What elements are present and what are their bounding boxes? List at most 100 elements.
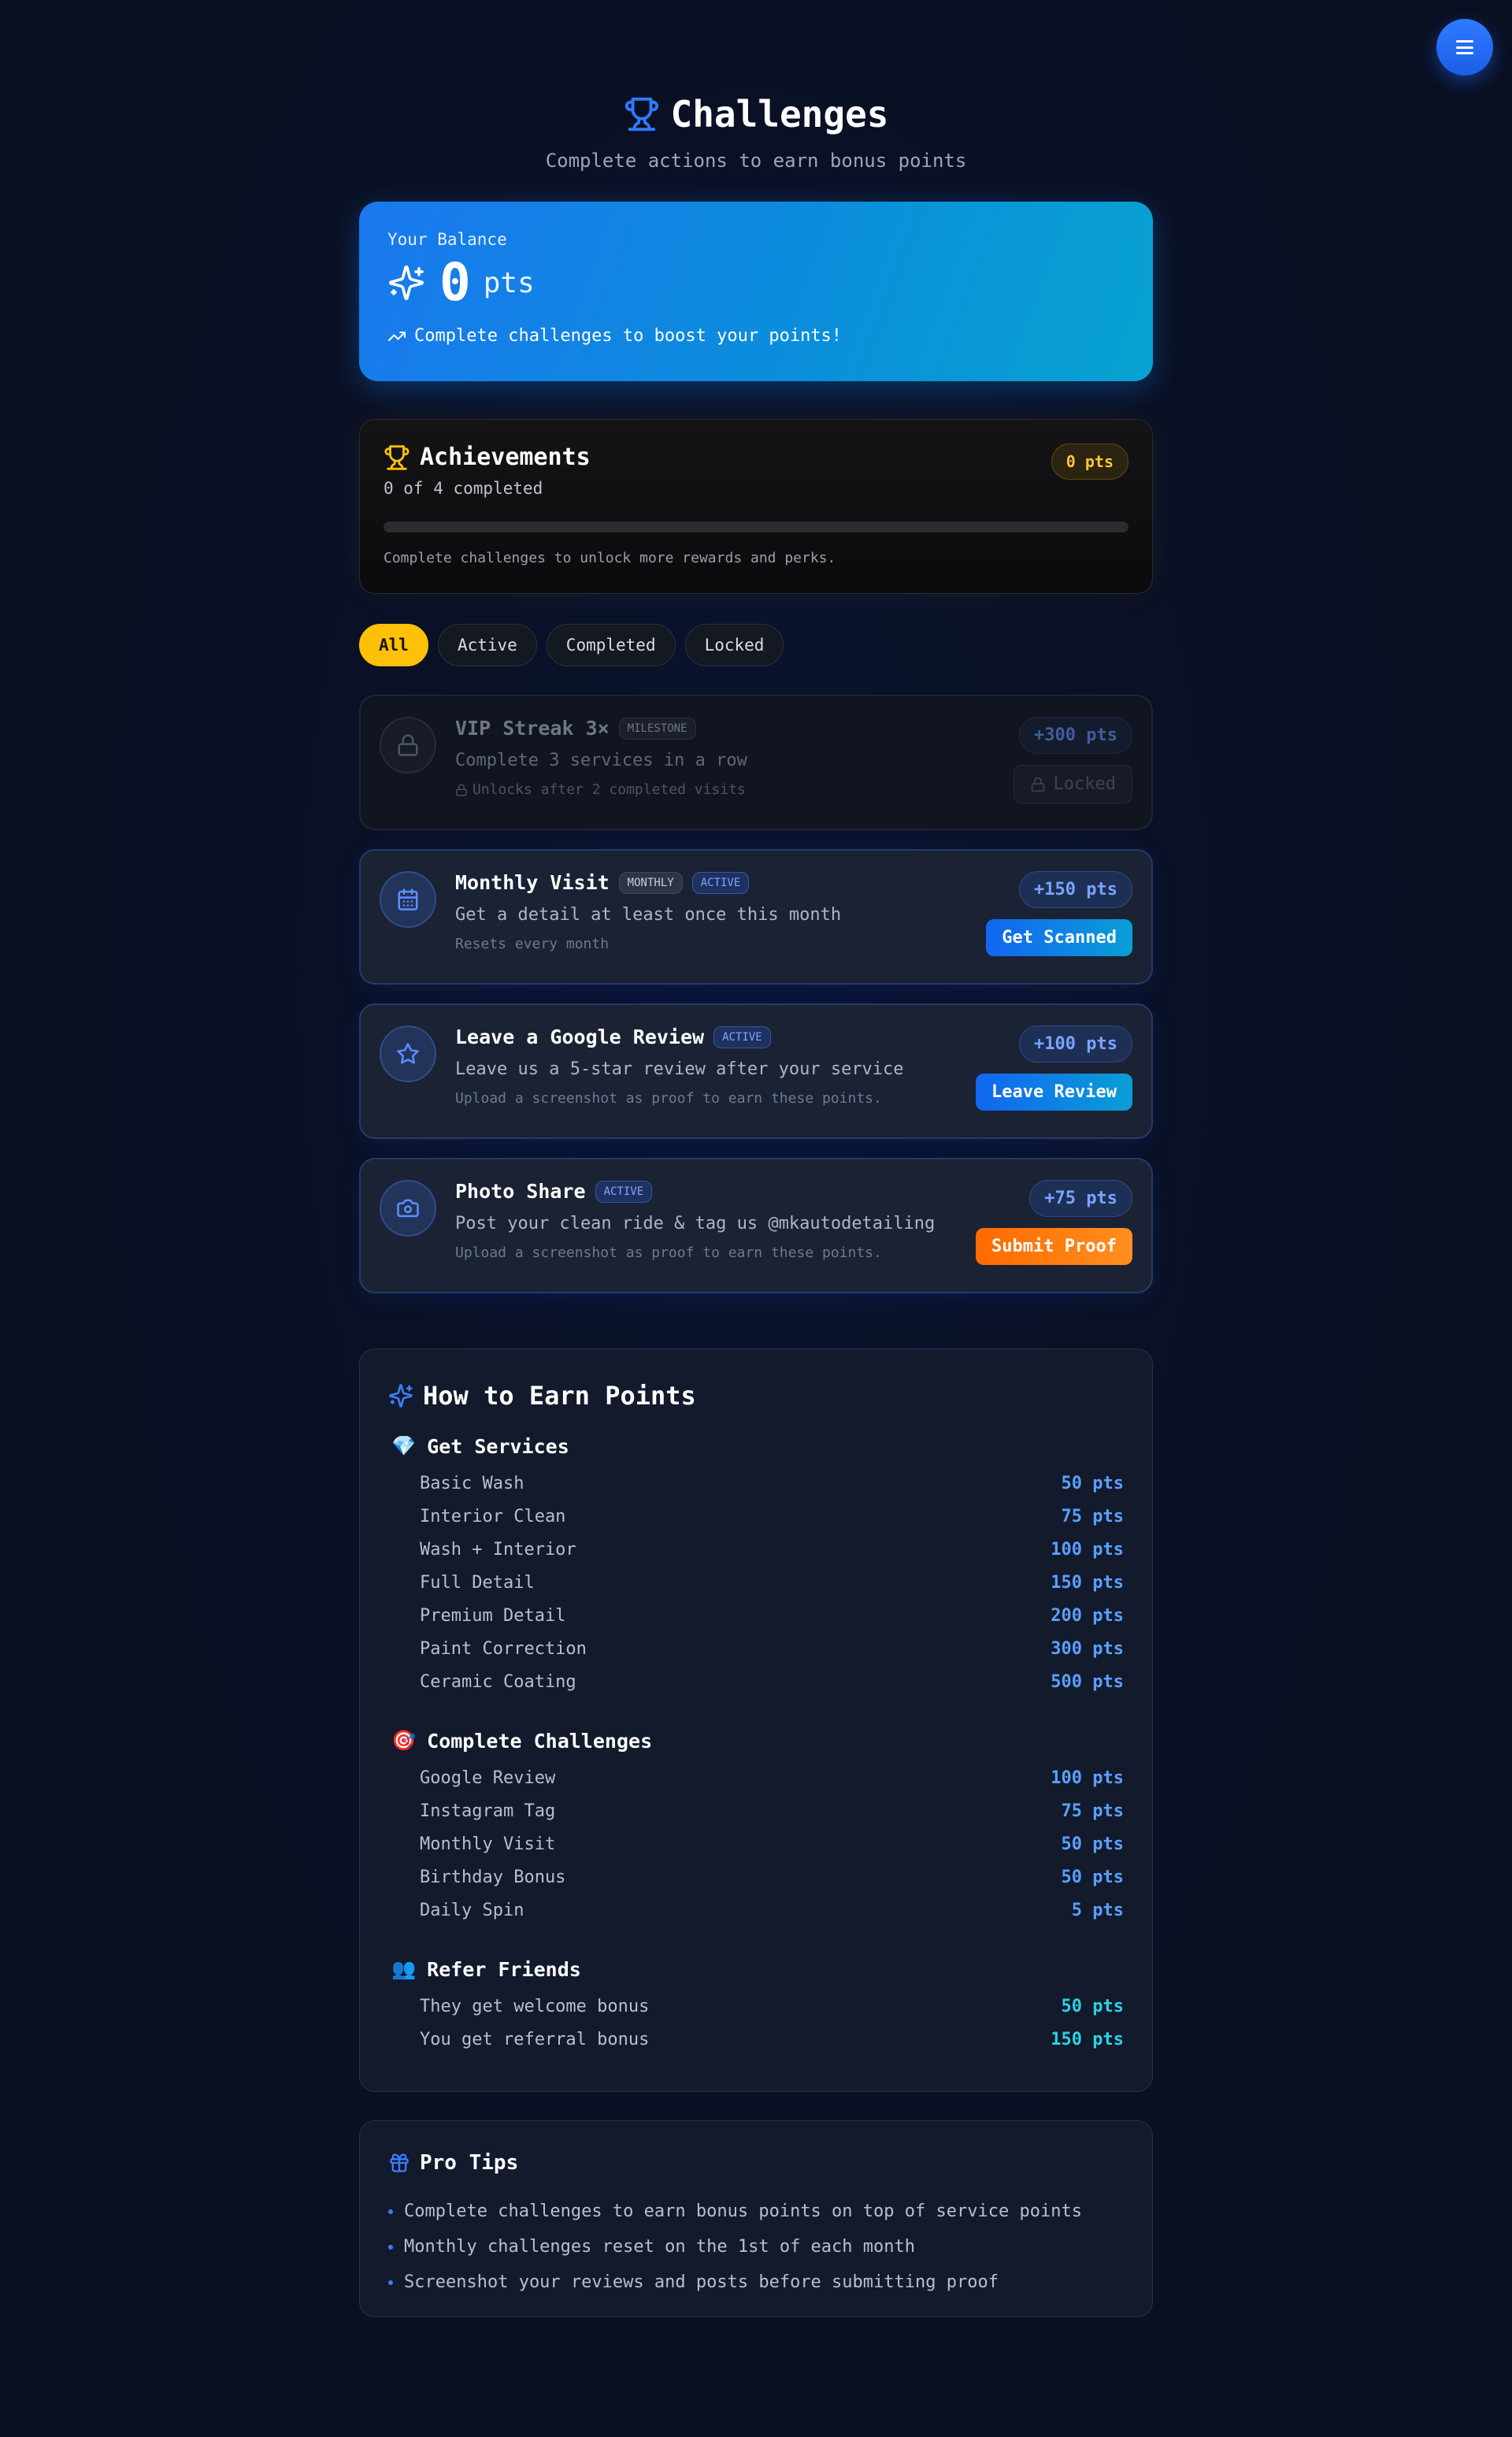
rate-value: 100 pts xyxy=(1051,1540,1124,1560)
rate-row: Daily Spin 5 pts xyxy=(388,1901,1124,1934)
star-icon xyxy=(397,1043,419,1064)
filter-completed[interactable]: Completed xyxy=(546,624,676,666)
balance-hint: Complete challenges to boost your points… xyxy=(387,326,1125,346)
filter-all[interactable]: All xyxy=(359,624,428,666)
bullet-icon xyxy=(388,2279,393,2285)
page-container: Challenges Complete actions to earn bonu… xyxy=(359,0,1153,2317)
challenge-description: Complete 3 services in a row xyxy=(455,751,747,770)
challenge-title: VIP Streak 3× xyxy=(455,717,610,740)
how-to-earn-title: How to Earn Points xyxy=(423,1381,696,1411)
rate-label: Full Detail xyxy=(420,1573,535,1593)
challenge-title-row: VIP Streak 3× MILESTONE xyxy=(455,717,947,740)
camera-icon xyxy=(397,1199,419,1218)
menu-button[interactable] xyxy=(1436,19,1493,76)
achievements-progress-bar xyxy=(384,521,1128,532)
balance-card: Your Balance 0 pts Complete challenges t… xyxy=(359,202,1153,381)
lock-icon xyxy=(1031,777,1044,792)
achievements-card: Achievements 0 of 4 completed 0 pts Comp… xyxy=(359,419,1153,594)
challenge-tag-active: ACTIVE xyxy=(691,871,750,894)
challenge-tag-active: ACTIVE xyxy=(713,1026,771,1048)
rate-row: Wash + Interior 100 pts xyxy=(388,1540,1124,1573)
rate-value: 200 pts xyxy=(1051,1606,1124,1626)
rate-label: Birthday Bonus xyxy=(420,1868,566,1887)
gift-icon xyxy=(390,2153,409,2172)
earn-group-rows: Google Review 100 pts Instagram Tag 75 pts… xyxy=(388,1768,1124,1934)
challenge-right: +300 pts Locked xyxy=(1013,717,1132,803)
how-to-earn-heading: How to Earn Points xyxy=(388,1381,1124,1411)
how-to-earn-card: How to Earn Points 💎 Get Services Basic … xyxy=(359,1348,1153,2092)
challenge-body: Monthly Visit MONTHLY ACTIVE Get a detai… xyxy=(455,871,947,952)
challenge-card-vip-streak: VIP Streak 3× MILESTONE Complete 3 servi… xyxy=(359,695,1153,830)
challenge-note-text: Unlocks after 2 completed visits xyxy=(472,781,746,798)
rate-label: You get referral bonus xyxy=(420,2030,650,2049)
lock-icon xyxy=(456,784,467,796)
challenge-right: +100 pts Leave Review xyxy=(976,1026,1132,1111)
rate-value: 50 pts xyxy=(1061,1834,1124,1854)
pro-tips-list: Complete challenges to earn bonus points… xyxy=(388,2194,1124,2300)
menu-icon xyxy=(1456,40,1473,54)
rate-value: 50 pts xyxy=(1061,1474,1124,1493)
rate-label: Premium Detail xyxy=(420,1606,566,1626)
rate-row: Interior Clean 75 pts xyxy=(388,1507,1124,1540)
rate-row: Basic Wash 50 pts xyxy=(388,1474,1124,1507)
locked-button-label: Locked xyxy=(1053,774,1116,794)
earn-group-title-text: Get Services xyxy=(427,1434,569,1458)
rate-value: 500 pts xyxy=(1051,1672,1124,1692)
challenge-icon-wrap xyxy=(380,717,436,773)
earn-group-title: 💎 Get Services xyxy=(391,1434,1124,1458)
challenge-title-row: Leave a Google Review ACTIVE xyxy=(455,1026,947,1048)
challenge-body: VIP Streak 3× MILESTONE Complete 3 servi… xyxy=(455,717,947,798)
rate-label: Instagram Tag xyxy=(420,1801,556,1821)
tip-text: Monthly challenges reset on the 1st of e… xyxy=(404,2237,916,2257)
rate-value: 75 pts xyxy=(1061,1507,1124,1526)
rate-label: Wash + Interior xyxy=(420,1540,576,1560)
rate-value: 150 pts xyxy=(1051,2030,1124,2049)
challenge-tag-active: ACTIVE xyxy=(595,1180,653,1203)
pro-tips-card: Pro Tips Complete challenges to earn bon… xyxy=(359,2120,1153,2317)
pro-tips-heading: Pro Tips xyxy=(388,2151,1124,2175)
balance-value: 0 xyxy=(439,252,471,313)
page-title: Challenges xyxy=(624,93,888,135)
get-scanned-button[interactable]: Get Scanned xyxy=(986,919,1132,956)
challenge-note: Upload a screenshot as proof to earn the… xyxy=(455,1244,882,1261)
challenge-icon-wrap xyxy=(380,1026,436,1082)
rate-label: They get welcome bonus xyxy=(420,1997,650,2016)
challenge-title: Leave a Google Review xyxy=(455,1026,705,1048)
rate-row: You get referral bonus 150 pts xyxy=(388,2030,1124,2063)
rate-row: Monthly Visit 50 pts xyxy=(388,1834,1124,1868)
sparkles-icon xyxy=(389,1384,413,1408)
tip-item: Screenshot your reviews and posts before… xyxy=(388,2265,1124,2300)
rate-row: Birthday Bonus 50 pts xyxy=(388,1868,1124,1901)
achievements-count: 0 of 4 completed xyxy=(384,479,543,498)
rate-label: Monthly Visit xyxy=(420,1834,556,1854)
rate-value: 50 pts xyxy=(1061,1997,1124,2016)
filter-locked[interactable]: Locked xyxy=(684,624,784,666)
locked-button: Locked xyxy=(1013,765,1132,803)
balance-unit: pts xyxy=(483,266,535,299)
challenge-icon-wrap xyxy=(380,871,436,928)
bullet-icon xyxy=(388,2244,393,2250)
tip-text: Complete challenges to earn bonus points… xyxy=(404,2201,1082,2221)
page-subtitle: Complete actions to earn bonus points xyxy=(545,150,967,172)
challenge-card-monthly-visit: Monthly Visit MONTHLY ACTIVE Get a detai… xyxy=(359,849,1153,985)
earn-group-rows: They get welcome bonus 50 pts You get ref… xyxy=(388,1997,1124,2063)
challenge-points: +300 pts xyxy=(1019,717,1132,754)
challenge-title-row: Monthly Visit MONTHLY ACTIVE xyxy=(455,871,947,894)
challenge-card-photo-share: Photo Share ACTIVE Post your clean ride … xyxy=(359,1158,1153,1293)
achievements-note: Complete challenges to unlock more rewar… xyxy=(384,550,836,566)
balance-row: 0 pts xyxy=(387,257,1125,309)
earn-group-title-text: Refer Friends xyxy=(427,1957,581,1981)
rate-value: 300 pts xyxy=(1051,1639,1124,1659)
challenge-note: Upload a screenshot as proof to earn the… xyxy=(455,1090,882,1107)
challenge-title: Monthly Visit xyxy=(455,871,610,894)
filter-active[interactable]: Active xyxy=(437,624,537,666)
rate-row: Google Review 100 pts xyxy=(388,1768,1124,1801)
challenge-description: Get a detail at least once this month xyxy=(455,905,842,925)
earn-group-title-text: Complete Challenges xyxy=(427,1729,653,1753)
tip-text: Screenshot your reviews and posts before… xyxy=(404,2272,999,2292)
leave-review-button[interactable]: Leave Review xyxy=(976,1074,1132,1111)
rate-label: Basic Wash xyxy=(420,1474,524,1493)
earn-group-title: 🎯 Complete Challenges xyxy=(391,1729,1124,1753)
submit-proof-button[interactable]: Submit Proof xyxy=(976,1228,1132,1265)
rate-row: Instagram Tag 75 pts xyxy=(388,1801,1124,1834)
